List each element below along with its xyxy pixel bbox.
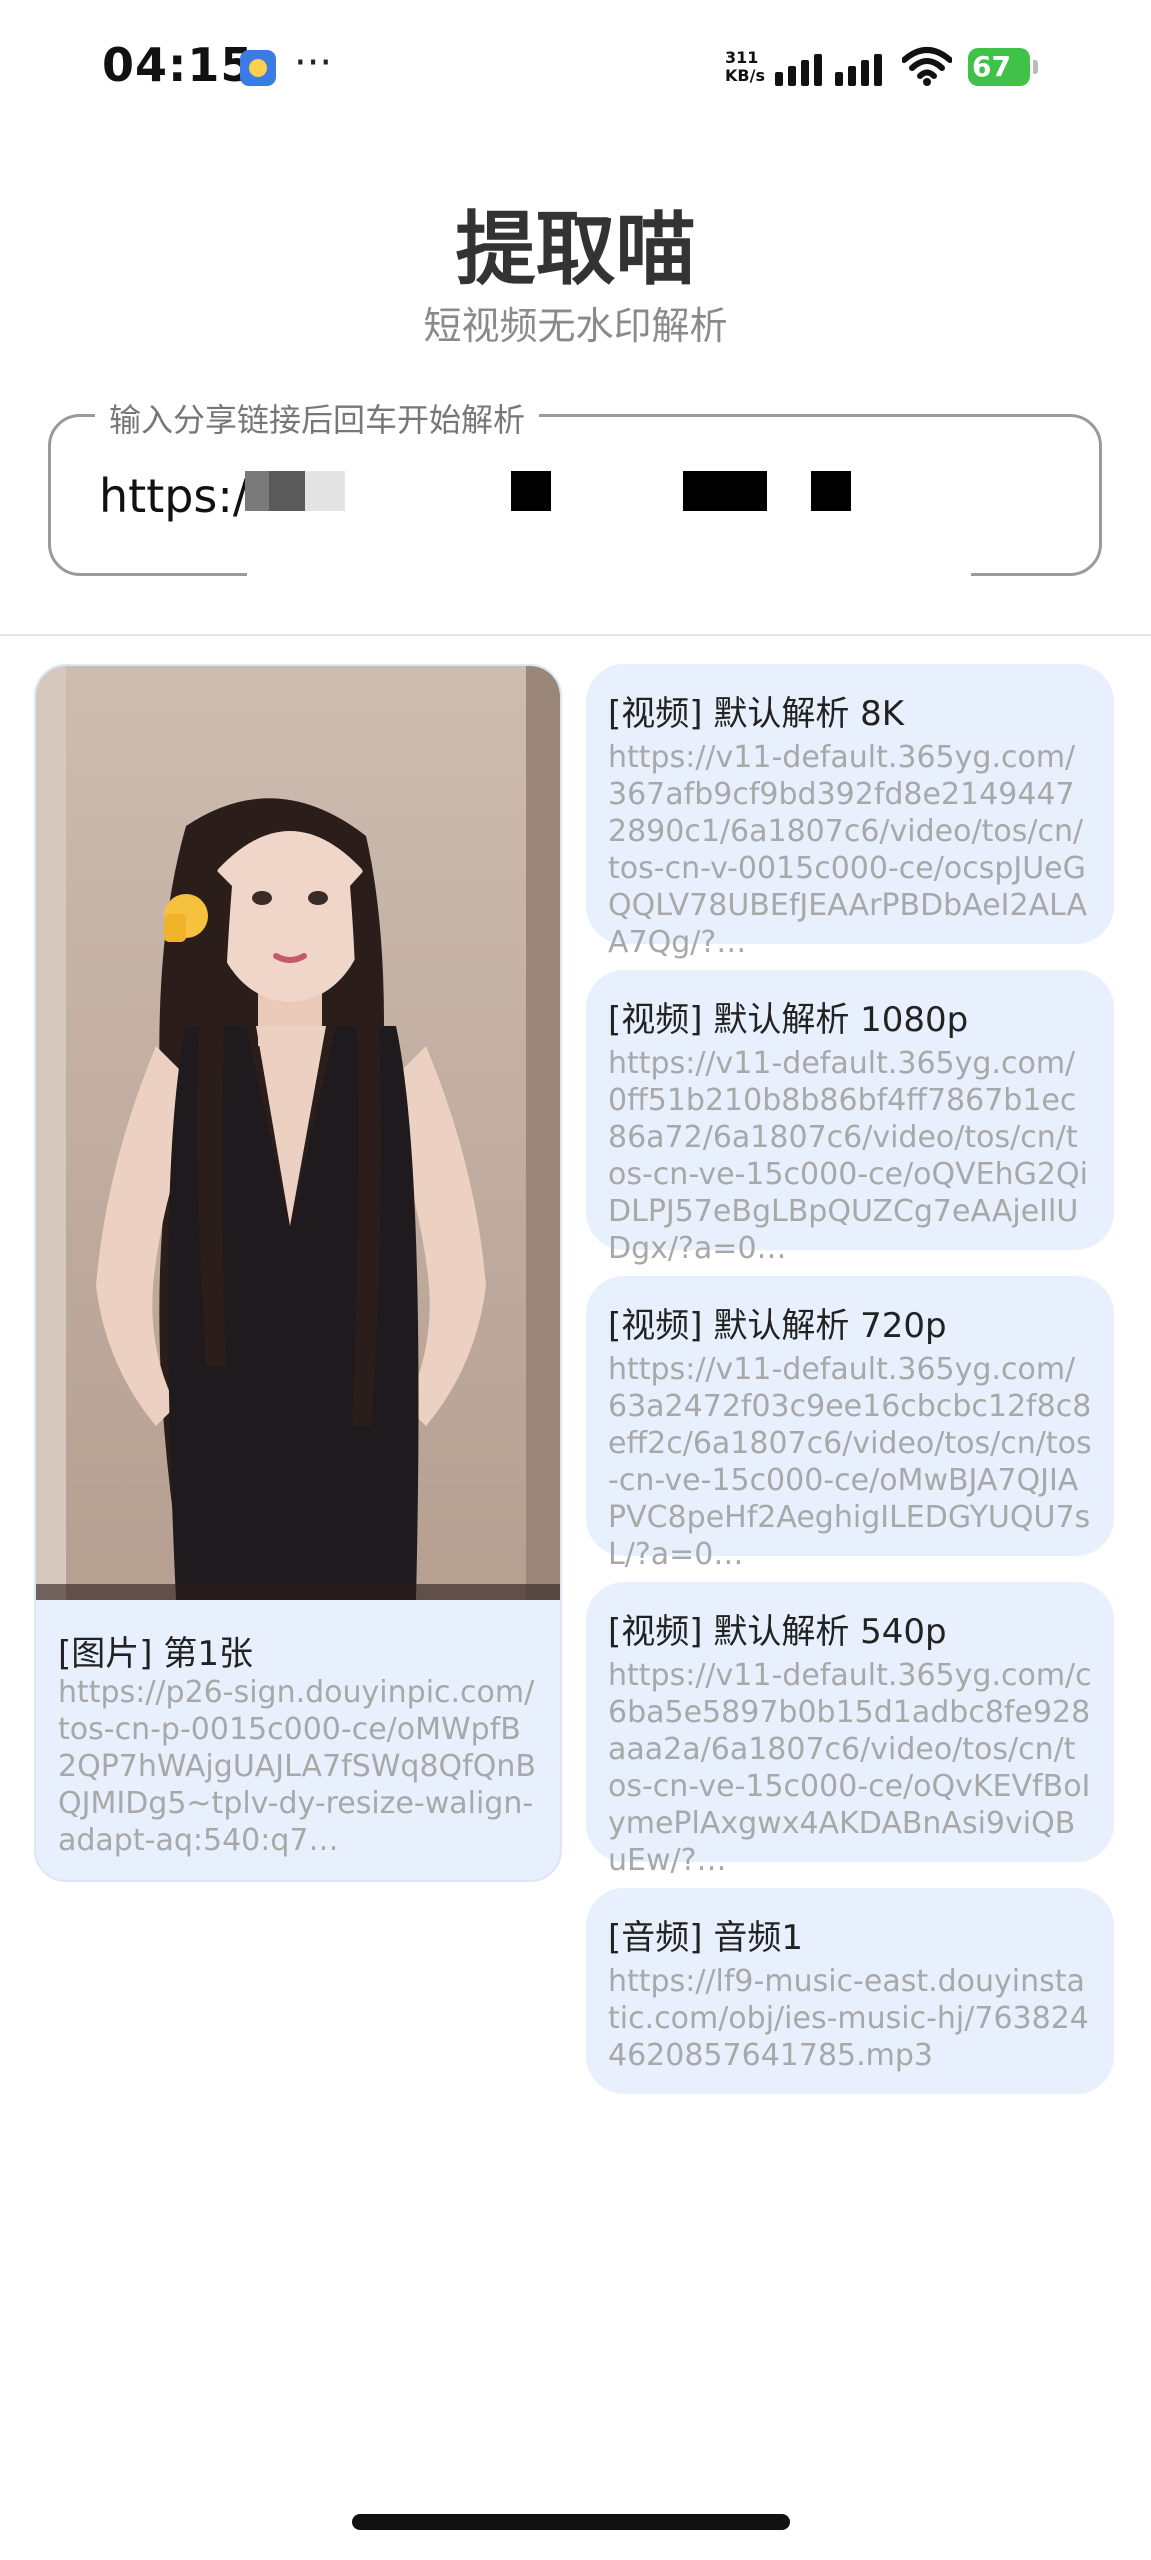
redaction-mask — [247, 477, 971, 583]
result-image[interactable] — [36, 666, 560, 1600]
image-result-card[interactable]: [图片] 第1张 https://p26-sign.douyinpic.com/… — [34, 664, 562, 1882]
video-result-title: [视频] 默认解析 1080p — [608, 1000, 969, 1040]
redaction-block — [811, 471, 851, 511]
video-result-url[interactable]: https://v11-default.365yg.com/0ff51b210b… — [608, 1045, 1092, 1267]
redaction-block — [305, 471, 345, 511]
home-indicator[interactable] — [352, 2514, 790, 2530]
audio-result-title: [音频] 音频1 — [608, 1918, 803, 1958]
video-result-title: [视频] 默认解析 540p — [608, 1612, 947, 1652]
battery-charging-icon: 67 — [968, 48, 1038, 86]
video-result-card[interactable]: [视频] 默认解析 8K https://v11-default.365yg.c… — [586, 664, 1114, 960]
status-time: 04:15 — [102, 38, 254, 92]
more-notifications-icon: ··· — [294, 40, 333, 86]
page-subtitle: 短视频无水印解析 — [423, 304, 728, 348]
redaction-block — [511, 471, 551, 511]
network-speed: 311 KB/s — [725, 49, 765, 85]
redaction-block — [269, 471, 305, 511]
status-bar: 04:15 ··· 311 KB/s 67 — [0, 0, 1151, 140]
redaction-block — [683, 471, 767, 511]
page-title: 提取喵 — [455, 203, 696, 296]
video-result-card[interactable]: [视频] 默认解析 540p https://v11-default.365yg… — [586, 1582, 1114, 1878]
video-result-url[interactable]: https://v11-default.365yg.com/63a2472f03… — [608, 1351, 1092, 1573]
battery-level: 67 — [972, 50, 1011, 83]
divider — [0, 634, 1151, 636]
network-speed-unit: KB/s — [725, 66, 765, 85]
audio-result-card[interactable]: [音频] 音频1 https://lf9-music-east.douyinst… — [586, 1888, 1114, 2094]
share-link-input[interactable]: 输入分享链接后回车开始解析 https:/ — [48, 395, 1102, 583]
input-value[interactable]: https:/ — [99, 469, 248, 523]
input-label: 输入分享链接后回车开始解析 — [95, 395, 540, 441]
app-icon — [240, 50, 276, 86]
video-result-url[interactable]: https://v11-default.365yg.com/367afb9cf9… — [608, 739, 1092, 961]
video-result-title: [视频] 默认解析 720p — [608, 1306, 947, 1346]
image-result-url[interactable]: https://p26-sign.douyinpic.com/tos-cn-p-… — [58, 1674, 538, 1859]
audio-result-url[interactable]: https://lf9-music-east.douyinstatic.com/… — [608, 1963, 1092, 2074]
image-result-title: [图片] 第1张 — [58, 1634, 253, 1674]
video-result-title: [视频] 默认解析 8K — [608, 694, 905, 734]
signal-icon — [775, 54, 882, 86]
video-result-card[interactable]: [视频] 默认解析 720p https://v11-default.365yg… — [586, 1276, 1114, 1572]
video-result-card[interactable]: [视频] 默认解析 1080p https://v11-default.365y… — [586, 970, 1114, 1266]
wifi-icon — [902, 47, 952, 86]
redaction-block — [245, 471, 269, 511]
video-result-url[interactable]: https://v11-default.365yg.com/c6ba5e5897… — [608, 1657, 1092, 1879]
network-speed-value: 311 — [725, 48, 759, 67]
portrait-photo — [36, 666, 560, 1600]
